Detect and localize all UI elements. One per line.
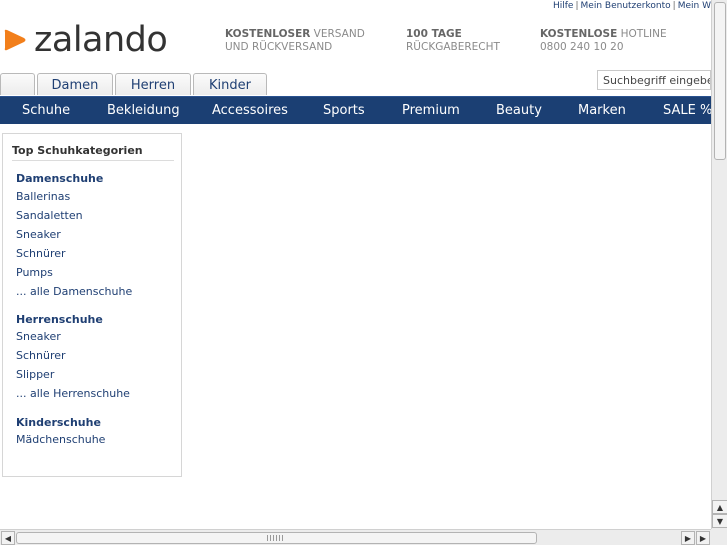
scrollbar-corner bbox=[711, 529, 727, 545]
nav-item-premium[interactable]: Premium bbox=[402, 97, 460, 124]
vertical-scroll-thumb[interactable] bbox=[714, 2, 726, 160]
link-slipper[interactable]: Slipper bbox=[16, 368, 54, 381]
gender-tabs: Damen Herren Kinder bbox=[0, 73, 269, 96]
usp-bold: 100 TAGE bbox=[406, 28, 462, 40]
arrow-right-icon: ▶ bbox=[699, 533, 707, 543]
arrow-down-icon: ▼ bbox=[716, 516, 724, 526]
scroll-right-button[interactable]: ▶ bbox=[681, 531, 695, 545]
nav-item-marken[interactable]: Marken bbox=[578, 97, 626, 124]
utility-links: Hilfe|Mein Benutzerkonto|Mein Wun bbox=[553, 1, 711, 11]
link-sandaletten[interactable]: Sandaletten bbox=[16, 209, 83, 222]
link-alle-herrenschuhe[interactable]: ... alle Herrenschuhe bbox=[16, 387, 130, 400]
usp-rest: HOTLINE bbox=[617, 28, 667, 40]
usp-line2: UND RÜCKVERSAND bbox=[225, 41, 333, 53]
heading-kinderschuhe[interactable]: Kinderschuhe bbox=[16, 416, 101, 429]
nav-item-beauty[interactable]: Beauty bbox=[496, 97, 542, 124]
usp-rest: VERSAND bbox=[310, 28, 365, 40]
nav-item-bekleidung[interactable]: Bekleidung bbox=[107, 97, 180, 124]
link-herren-sneaker[interactable]: Sneaker bbox=[16, 330, 61, 343]
category-nav: Schuhe Bekleidung Accessoires Sports Pre… bbox=[0, 96, 711, 124]
usp-bold: KOSTENLOSE bbox=[540, 28, 618, 40]
nav-item-sports[interactable]: Sports bbox=[323, 97, 365, 124]
sidebar-divider bbox=[12, 160, 174, 161]
scroll-right-end-button[interactable]: ▶ bbox=[696, 531, 710, 545]
usp-line2: RÜCKGABERECHT bbox=[406, 41, 500, 53]
scroll-up-button[interactable]: ▲ bbox=[712, 500, 727, 514]
search-input[interactable]: Suchbegriff eingeben... bbox=[597, 70, 711, 90]
link-ballerinas[interactable]: Ballerinas bbox=[16, 190, 70, 203]
zalando-logo-mark-icon bbox=[2, 27, 28, 53]
page-viewport: Hilfe|Mein Benutzerkonto|Mein Wun zaland… bbox=[0, 0, 711, 529]
wishlist-link[interactable]: Mein Wun bbox=[678, 1, 711, 11]
link-damen-sneaker[interactable]: Sneaker bbox=[16, 228, 61, 241]
scroll-grip-icon bbox=[267, 535, 285, 541]
tab-damen[interactable]: Damen bbox=[37, 73, 113, 95]
link-maedchenschuhe[interactable]: Mädchenschuhe bbox=[16, 433, 105, 446]
shoe-category-sidebar: Top Schuhkategorien Damenschuhe Ballerin… bbox=[2, 133, 182, 477]
heading-herrenschuhe[interactable]: Herrenschuhe bbox=[16, 313, 103, 326]
arrow-right-icon: ▶ bbox=[684, 533, 692, 543]
vertical-scrollbar[interactable]: ▲ ▼ bbox=[711, 0, 727, 529]
usp-bold: KOSTENLOSER bbox=[225, 28, 311, 40]
nav-item-sale[interactable]: SALE % bbox=[663, 97, 711, 124]
heading-damenschuhe[interactable]: Damenschuhe bbox=[16, 172, 103, 185]
link-pumps[interactable]: Pumps bbox=[16, 266, 53, 279]
tab-herren[interactable]: Herren bbox=[115, 73, 191, 95]
horizontal-scrollbar[interactable]: ◀ ▶ ▶ bbox=[0, 529, 711, 545]
help-link[interactable]: Hilfe bbox=[553, 1, 573, 11]
scroll-down-button[interactable]: ▼ bbox=[712, 514, 727, 528]
usp-line2: 0800 240 10 20 bbox=[540, 41, 624, 53]
nav-item-schuhe[interactable]: Schuhe bbox=[22, 97, 70, 124]
nav-item-accessoires[interactable]: Accessoires bbox=[212, 97, 288, 124]
horizontal-scroll-thumb[interactable] bbox=[16, 532, 537, 544]
arrow-up-icon: ▲ bbox=[716, 502, 724, 512]
usp-hotline: KOSTENLOSE HOTLINE 0800 240 10 20 bbox=[540, 28, 667, 54]
logo-wordmark: zalando bbox=[34, 20, 168, 60]
sidebar-title: Top Schuhkategorien bbox=[12, 144, 143, 157]
zalando-logo[interactable]: zalando bbox=[2, 20, 168, 60]
link-damen-schnuerer[interactable]: Schnürer bbox=[16, 247, 66, 260]
arrow-left-icon: ◀ bbox=[4, 533, 12, 543]
link-alle-damenschuhe[interactable]: ... alle Damenschuhe bbox=[16, 285, 132, 298]
usp-return-policy: 100 TAGE RÜCKGABERECHT bbox=[406, 28, 500, 54]
tab-kinder[interactable]: Kinder bbox=[193, 73, 267, 95]
link-herren-schnuerer[interactable]: Schnürer bbox=[16, 349, 66, 362]
tab-home[interactable] bbox=[0, 73, 35, 95]
account-link[interactable]: Mein Benutzerkonto bbox=[581, 1, 671, 11]
scroll-left-button[interactable]: ◀ bbox=[1, 531, 15, 545]
usp-free-shipping: KOSTENLOSER VERSAND UND RÜCKVERSAND bbox=[225, 28, 365, 54]
